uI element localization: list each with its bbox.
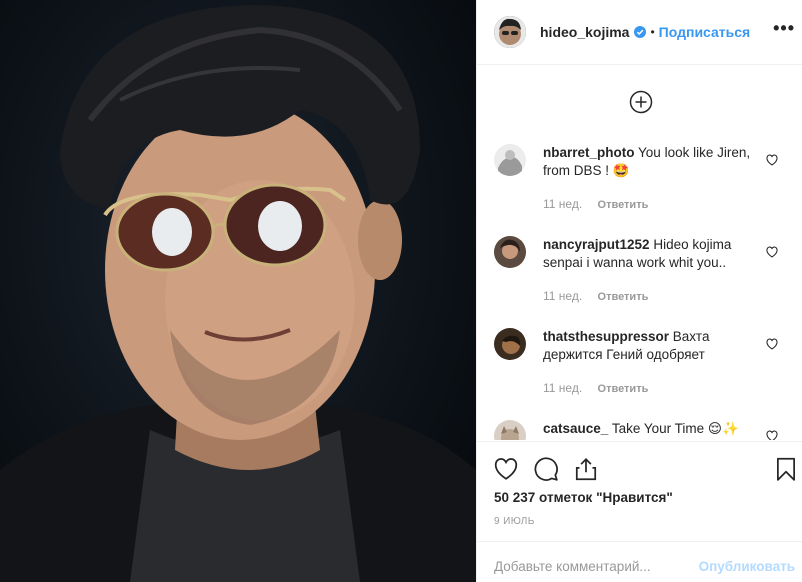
comment-meta: 11 нед. Ответить	[543, 197, 648, 211]
comment-username[interactable]: catsauce_	[543, 421, 608, 436]
comment-input[interactable]: Добавьте комментарий...	[494, 559, 651, 574]
commenter-avatar[interactable]	[494, 328, 526, 360]
verified-badge-icon	[634, 26, 647, 38]
share-icon[interactable]	[573, 456, 599, 482]
small-heart-icon[interactable]	[765, 337, 779, 351]
commenter-avatar[interactable]	[494, 236, 526, 268]
comment-text: Take Your Time 😌✨	[611, 421, 739, 436]
comment-age: 11 нед.	[543, 289, 583, 303]
comment-bubble-icon[interactable]	[533, 456, 559, 482]
commenter-avatar[interactable]	[494, 144, 526, 176]
post-header: hideo_kojima • Подписаться •••	[477, 0, 802, 65]
comment-item: nancyrajput1252 Hideo kojima senpai i wa…	[494, 236, 794, 306]
author-avatar-image	[494, 16, 526, 48]
comment-age: 11 нед.	[543, 381, 583, 395]
comment-body: catsauce_ Take Your Time 😌✨	[543, 420, 758, 438]
comment-username[interactable]: thatsthesuppressor	[543, 329, 669, 344]
header-separator: •	[650, 25, 655, 39]
bookmark-icon[interactable]	[773, 456, 799, 482]
more-options-icon[interactable]: •••	[773, 18, 795, 39]
reply-button[interactable]: Ответить	[598, 291, 649, 303]
comment-item: catsauce_ Take Your Time 😌✨	[494, 420, 794, 440]
author-avatar[interactable]	[494, 16, 526, 48]
author-username[interactable]: hideo_kojima	[540, 24, 629, 40]
comment-item: nbarret_photo You look like Jiren, from …	[494, 144, 794, 214]
comment-meta: 11 нед. Ответить	[543, 289, 648, 303]
commenter-avatar-image	[494, 420, 526, 440]
small-heart-icon[interactable]	[765, 153, 779, 167]
post-photo[interactable]	[0, 0, 476, 582]
comment-body: thatsthesuppressor Вахта держится Гений …	[543, 328, 758, 364]
comment-body: nancyrajput1252 Hideo kojima senpai i wa…	[543, 236, 758, 272]
commenter-avatar[interactable]	[494, 420, 526, 440]
add-comment-bar: Добавьте комментарий... Опубликовать	[477, 541, 802, 582]
comment-username[interactable]: nbarret_photo	[543, 145, 635, 160]
comments-list[interactable]: nbarret_photo You look like Jiren, from …	[477, 66, 802, 440]
small-heart-icon[interactable]	[765, 429, 779, 440]
follow-button[interactable]: Подписаться	[659, 24, 751, 40]
commenter-avatar-image	[494, 236, 526, 268]
plus-circle-icon[interactable]	[629, 90, 653, 114]
commenter-avatar-image	[494, 328, 526, 360]
portrait-illustration	[0, 5, 476, 582]
comment-username[interactable]: nancyrajput1252	[543, 237, 650, 252]
small-heart-icon[interactable]	[765, 245, 779, 259]
comment-item: thatsthesuppressor Вахта держится Гений …	[494, 328, 794, 398]
post-sidebar: hideo_kojima • Подписаться ••• nbarret_p…	[476, 0, 802, 582]
commenter-avatar-image	[494, 144, 526, 176]
reply-button[interactable]: Ответить	[598, 383, 649, 395]
comment-age: 11 нед.	[543, 197, 583, 211]
reply-button[interactable]: Ответить	[598, 199, 649, 211]
comment-body: nbarret_photo You look like Jiren, from …	[543, 144, 758, 180]
post-date[interactable]: 9 ИЮЛЬ	[494, 516, 535, 527]
post-actions: 50 237 отметок "Нравится" 9 ИЮЛЬ	[477, 441, 802, 541]
heart-icon[interactable]	[493, 456, 519, 482]
likes-count[interactable]: 50 237 отметок "Нравится"	[494, 490, 673, 505]
comment-meta: 11 нед. Ответить	[543, 381, 648, 395]
publish-button[interactable]: Опубликовать	[699, 559, 795, 574]
